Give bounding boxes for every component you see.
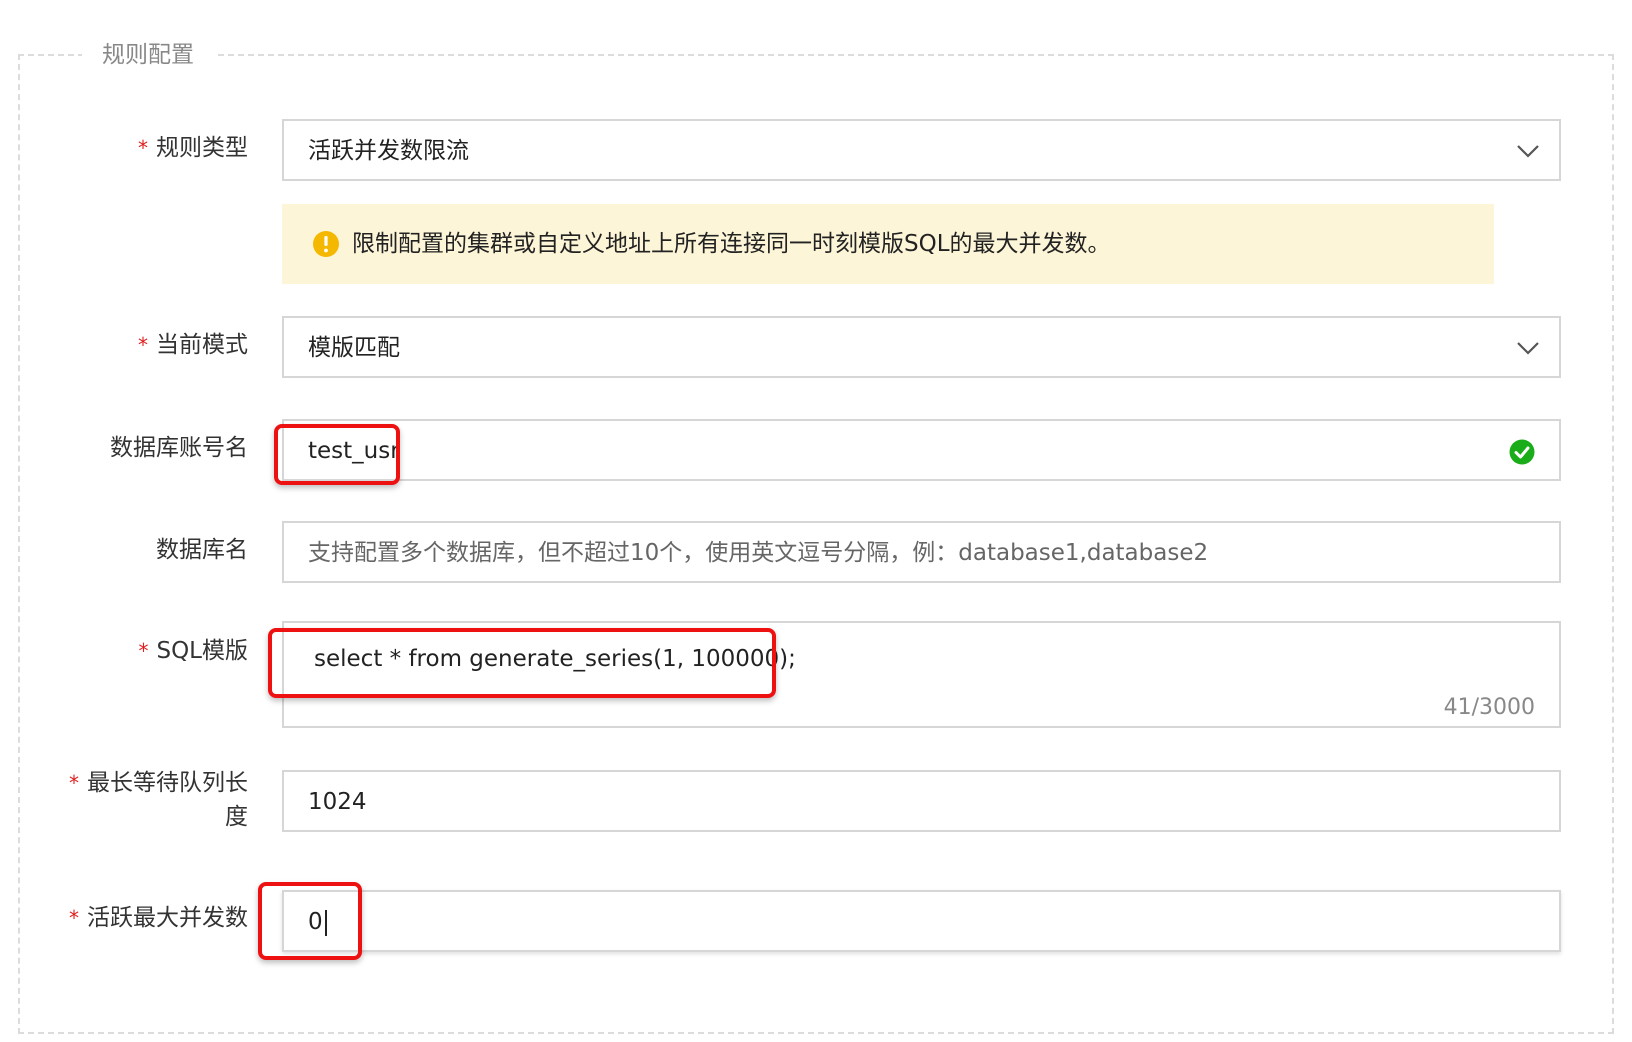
warning-icon <box>313 231 339 257</box>
max-concurrency-label: * 活跃最大并发数 <box>69 905 248 931</box>
db-name-placeholder: 支持配置多个数据库，但不超过10个，使用英文逗号分隔，例：database1,d… <box>308 540 1209 566</box>
rule-type-select[interactable]: 活跃并发数限流 <box>282 119 1561 181</box>
highlight-max-concurrency <box>258 882 362 960</box>
mode-select[interactable]: 模版匹配 <box>282 316 1561 378</box>
required-marker: * <box>69 906 79 930</box>
max-concurrency-input[interactable]: 0 <box>282 890 1561 952</box>
required-marker: * <box>138 639 149 663</box>
notice-text: 限制配置的集群或自定义地址上所有连接同一时刻模版SQL的最大并发数。 <box>352 231 1111 257</box>
max-queue-label: * 最长等待队列长度 <box>69 770 248 830</box>
required-marker: * <box>69 771 79 795</box>
rule-type-label: * 规则类型 <box>138 135 248 161</box>
highlight-sql-template <box>268 628 776 698</box>
mode-label: * 当前模式 <box>138 332 248 358</box>
char-counter: 41/3000 <box>1443 695 1535 720</box>
db-name-label: 数据库名 <box>156 537 248 563</box>
db-account-input[interactable]: test_usr <box>282 419 1561 481</box>
chevron-down-icon <box>1517 145 1539 158</box>
db-account-label: 数据库账号名 <box>110 435 248 461</box>
fieldset-legend: 规则配置 <box>82 40 214 70</box>
max-queue-input[interactable]: 1024 <box>282 770 1561 832</box>
rule-type-value: 活跃并发数限流 <box>308 138 469 164</box>
sql-template-label: * SQL模版 <box>138 638 248 664</box>
rule-notice: 限制配置的集群或自定义地址上所有连接同一时刻模版SQL的最大并发数。 <box>282 204 1494 284</box>
mode-value: 模版匹配 <box>308 335 400 361</box>
required-marker: * <box>138 333 148 357</box>
check-circle-icon <box>1509 439 1535 465</box>
db-name-input[interactable]: 支持配置多个数据库，但不超过10个，使用英文逗号分隔，例：database1,d… <box>282 521 1561 583</box>
max-queue-value: 1024 <box>308 789 367 815</box>
chevron-down-icon <box>1517 342 1539 355</box>
required-marker: * <box>138 136 148 160</box>
highlight-db-account <box>274 424 400 485</box>
